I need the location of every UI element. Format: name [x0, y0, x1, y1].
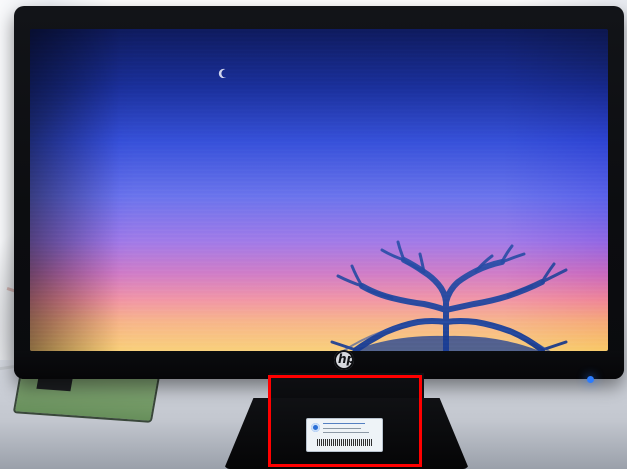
hp-logo-text: hp — [338, 352, 356, 366]
photo-scene: hp — [0, 0, 627, 469]
monitor: hp — [14, 6, 624, 383]
hp-logo-icon: hp — [334, 350, 356, 370]
monitor-screen-frame — [30, 29, 608, 351]
power-led-icon — [587, 376, 594, 383]
sticker-text-lines — [323, 422, 379, 436]
sticker-barcode — [317, 439, 373, 446]
sticker-logo-icon — [311, 423, 320, 432]
asset-sticker — [306, 418, 383, 452]
screen-scanlines — [30, 29, 608, 351]
